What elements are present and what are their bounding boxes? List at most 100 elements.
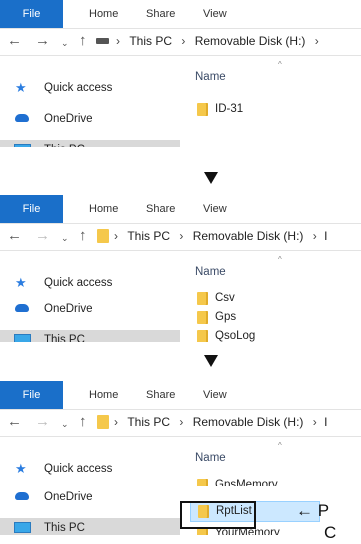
ribbon-tabs: File Home Share View — [0, 381, 361, 409]
breadcrumb-this-pc[interactable]: This PC — [127, 415, 170, 429]
drive-icon — [96, 38, 109, 44]
address-bar: ← → ⌄ ↑ › This PC › Removable Disk (H:) … — [0, 28, 361, 56]
ribbon-tab-home[interactable]: Home — [89, 381, 118, 409]
ribbon-tab-view[interactable]: View — [203, 0, 227, 28]
star-icon: ★ — [15, 80, 27, 95]
ribbon-tab-share[interactable]: Share — [146, 0, 175, 28]
sidebar-item-quick-access[interactable]: ★ Quick access — [0, 459, 180, 479]
cloud-icon — [15, 114, 29, 122]
address-bar: ← → ⌄ ↑ › This PC › Removable Disk (H:) … — [0, 409, 361, 437]
computer-icon — [14, 334, 31, 342]
ribbon-tab-view[interactable]: View — [203, 381, 227, 409]
sidebar-item-label: OneDrive — [44, 113, 93, 125]
recent-locations-icon[interactable]: ⌄ — [61, 33, 69, 53]
explorer-window-step-2: File Home Share View ← → ⌄ ↑ › This PC ›… — [0, 195, 361, 342]
column-header-name[interactable]: Name — [195, 71, 226, 83]
up-arrow-icon[interactable]: ↑ — [79, 412, 87, 432]
breadcrumb-this-pc[interactable]: This PC — [129, 34, 172, 48]
folder-icon — [197, 330, 208, 342]
sidebar-item-onedrive[interactable]: OneDrive — [0, 299, 180, 319]
sidebar-item-label: This PC — [44, 334, 85, 342]
folder-name: Csv — [215, 292, 235, 304]
ribbon-tab-share[interactable]: Share — [146, 381, 175, 409]
breadcrumb[interactable]: › This PC › Removable Disk (H:) › — [116, 33, 319, 50]
sidebar-item-onedrive[interactable]: OneDrive — [0, 487, 180, 507]
forward-arrow-icon[interactable]: → — [35, 412, 50, 432]
step-arrow-down-icon — [204, 172, 218, 184]
cloud-icon — [15, 304, 29, 312]
recent-locations-icon[interactable]: ⌄ — [61, 414, 69, 434]
cloud-icon — [15, 492, 29, 500]
breadcrumb-separator: › — [314, 34, 319, 48]
back-arrow-icon[interactable]: ← — [7, 31, 22, 51]
file-list: ^ Name Csv Gps QsoLog — [180, 249, 361, 342]
ribbon-tab-home[interactable]: Home — [89, 195, 118, 223]
ribbon-tab-view[interactable]: View — [203, 195, 227, 223]
navigation-pane: ★ Quick access OneDrive This PC — [0, 249, 180, 342]
computer-icon — [14, 522, 31, 533]
forward-arrow-icon[interactable]: → — [35, 226, 50, 246]
breadcrumb-removable-disk[interactable]: Removable Disk (H:) — [193, 415, 304, 429]
breadcrumb-removable-disk[interactable]: Removable Disk (H:) — [193, 229, 304, 243]
folder-name: ID-31 — [215, 103, 244, 115]
sort-ascending-icon: ^ — [278, 60, 282, 69]
ribbon-tab-home[interactable]: Home — [89, 0, 118, 28]
ribbon-tab-share[interactable]: Share — [146, 195, 175, 223]
breadcrumb-this-pc[interactable]: This PC — [127, 229, 170, 243]
breadcrumb-removable-disk[interactable]: Removable Disk (H:) — [195, 34, 306, 48]
folder-icon — [97, 229, 109, 243]
folder-icon — [197, 103, 208, 116]
step-arrow-down-icon — [204, 355, 218, 367]
highlight-box — [180, 501, 256, 529]
sort-ascending-icon: ^ — [278, 255, 282, 264]
breadcrumb-trailing-folder[interactable]: I — [324, 415, 327, 429]
sidebar-item-quick-access[interactable]: ★ Quick access — [0, 78, 180, 98]
folder-item[interactable]: Gps — [195, 308, 361, 326]
ribbon-tab-file[interactable]: File — [0, 195, 63, 223]
star-icon: ★ — [15, 275, 27, 290]
sidebar-item-label: OneDrive — [44, 303, 93, 315]
sidebar-item-label: This PC — [44, 140, 85, 147]
folder-icon — [97, 415, 109, 429]
up-arrow-icon[interactable]: ↑ — [79, 226, 87, 246]
sidebar-item-label: Quick access — [44, 277, 113, 289]
navigation-pane: ★ Quick access OneDrive This PC — [0, 435, 180, 535]
folder-icon — [197, 292, 208, 305]
folder-item[interactable]: ID-31 — [195, 100, 361, 118]
breadcrumb[interactable]: › This PC › Removable Disk (H:) › I — [114, 414, 327, 431]
sidebar-item-this-pc[interactable]: This PC — [0, 140, 180, 147]
recent-locations-icon[interactable]: ⌄ — [61, 228, 69, 248]
folder-item[interactable]: GpsMemory — [195, 476, 361, 486]
breadcrumb-separator: › — [114, 229, 118, 243]
sidebar-item-quick-access[interactable]: ★ Quick access — [0, 273, 180, 293]
callout-text: ← P — [296, 501, 330, 520]
breadcrumb-separator: › — [179, 415, 184, 429]
back-arrow-icon[interactable]: ← — [7, 226, 22, 246]
column-header-name[interactable]: Name — [195, 266, 226, 278]
back-arrow-icon[interactable]: ← — [7, 412, 22, 432]
breadcrumb-trailing-folder[interactable]: I — [324, 229, 327, 243]
folder-item[interactable]: QsoLog — [195, 327, 361, 342]
breadcrumb[interactable]: › This PC › Removable Disk (H:) › I — [114, 228, 327, 245]
sidebar-item-onedrive[interactable]: OneDrive — [0, 109, 180, 129]
breadcrumb-separator: › — [114, 415, 118, 429]
breadcrumb-separator: › — [179, 229, 184, 243]
column-header-name[interactable]: Name — [195, 452, 226, 464]
ribbon-tabs: File Home Share View — [0, 0, 361, 28]
sidebar-item-label: Quick access — [44, 82, 113, 94]
up-arrow-icon[interactable]: ↑ — [79, 31, 87, 51]
navigation-pane: ★ Quick access OneDrive This PC — [0, 54, 180, 147]
star-icon: ★ — [15, 461, 27, 476]
callout-text-continued: C — [324, 523, 337, 542]
sidebar-item-label: Quick access — [44, 463, 113, 475]
folder-item[interactable]: Csv — [195, 289, 361, 307]
sidebar-item-this-pc[interactable]: This PC — [0, 330, 180, 342]
folder-icon — [197, 479, 208, 486]
sidebar-item-this-pc[interactable]: This PC — [0, 518, 180, 535]
file-list: ^ Name ID-31 — [180, 54, 361, 147]
ribbon-tab-file[interactable]: File — [0, 0, 63, 28]
ribbon-tabs: File Home Share View — [0, 195, 361, 223]
forward-arrow-icon[interactable]: → — [35, 31, 50, 51]
breadcrumb-separator: › — [312, 415, 317, 429]
ribbon-tab-file[interactable]: File — [0, 381, 63, 409]
